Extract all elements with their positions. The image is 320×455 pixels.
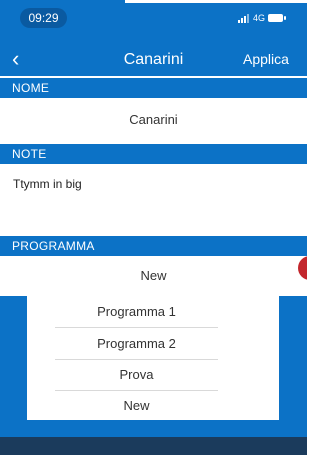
dropdown-backdrop-bottom [0, 437, 307, 455]
note-field[interactable]: Ttymm in big [0, 164, 307, 236]
note-value[interactable]: Ttymm in big [13, 177, 82, 191]
page-title: Canarini [123, 51, 184, 68]
nome-value[interactable]: Canarini [0, 112, 307, 127]
nome-header: NOME [0, 78, 307, 98]
apply-button[interactable]: Applica [243, 51, 289, 67]
network-label: 4G [253, 13, 266, 23]
back-button[interactable]: ‹ [12, 48, 30, 71]
status-indicators: 4G [238, 11, 287, 25]
dropdown-option[interactable]: Programma 2 [55, 328, 218, 359]
programma-field[interactable]: New [0, 256, 307, 296]
programma-header: PROGRAMMA [0, 236, 307, 256]
dropdown-option[interactable]: Programma 1 [55, 296, 218, 327]
note-header: NOTE [0, 144, 307, 164]
top-strip [125, 0, 307, 3]
signal-icon [238, 13, 249, 23]
battery-icon [268, 14, 287, 22]
app-screen: 09:29 4G ‹ Canarini Applica NOME Canarin… [0, 0, 307, 455]
dropdown-panel: Programma 1 Programma 2 Prova New [27, 296, 279, 420]
nome-field[interactable]: Canarini [0, 98, 307, 142]
status-time: 09:29 [20, 8, 67, 28]
programma-value[interactable]: New [0, 268, 307, 283]
dropdown-option[interactable]: New [55, 390, 218, 421]
dropdown-option[interactable]: Prova [55, 359, 218, 390]
